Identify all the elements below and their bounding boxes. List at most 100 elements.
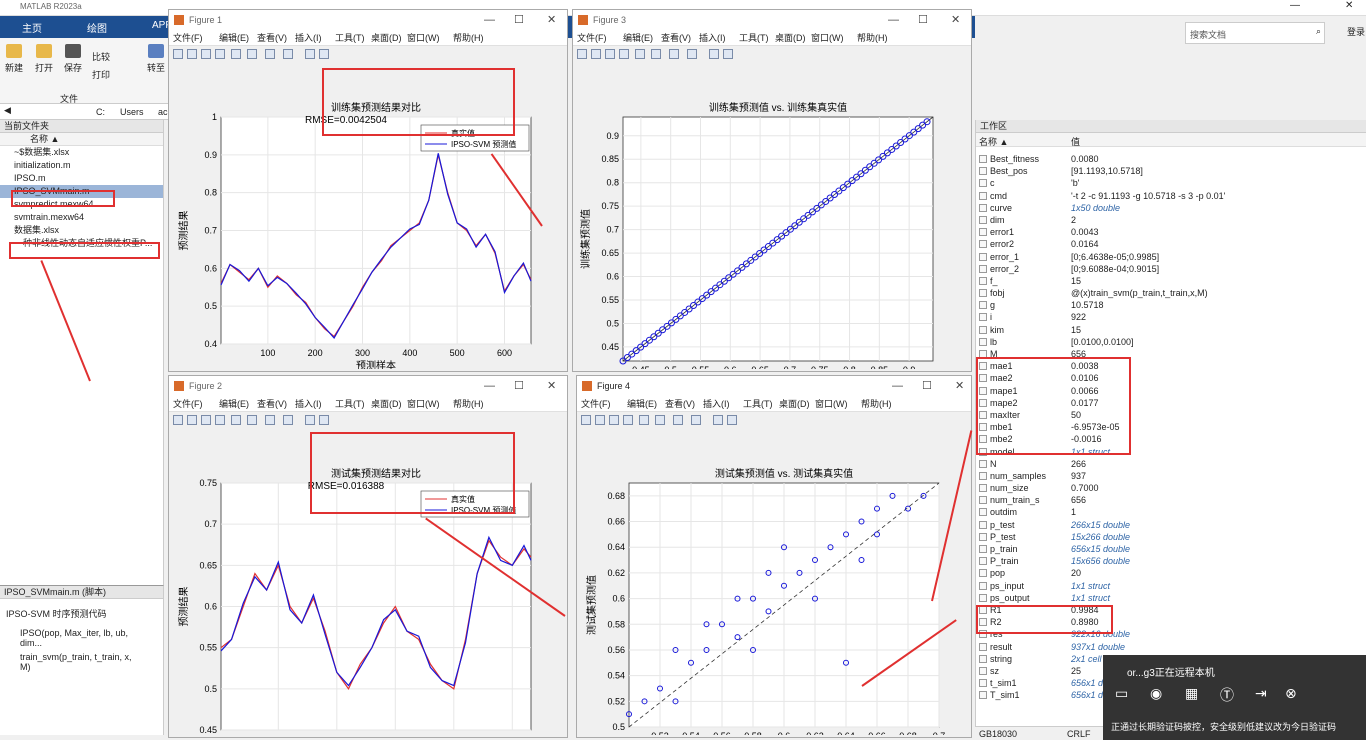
figure2-window[interactable]: Figure 2 — ☐ ✕ 文件(F) 编辑(E) 查看(V) 插入(I) 工具(T) 桌面(… [168, 375, 568, 738]
menu-item[interactable]: 帮助(H) [453, 30, 484, 46]
toolbar-button[interactable] [723, 49, 733, 59]
menu-item[interactable]: 帮助(H) [453, 396, 484, 412]
minimize-icon[interactable]: — [1290, 0, 1300, 11]
figure4-window[interactable]: Figure 4 — ☐ ✕ 文件(F) 编辑(E) 查看(V) 插入(I) 工具(T) 桌面(… [576, 375, 972, 738]
file-item[interactable]: IPSO.m [0, 172, 163, 185]
exit-icon[interactable]: ⇥ [1255, 685, 1267, 702]
minimize-icon[interactable]: — [888, 10, 899, 30]
ws-name-column[interactable]: 名称 ▲ [979, 135, 1008, 148]
maximize-icon[interactable]: ☐ [514, 376, 524, 396]
workspace-row[interactable]: p_train 656x15 double [976, 543, 1366, 555]
toolbar-button[interactable] [283, 49, 293, 59]
menu-item[interactable]: 工具(T) [335, 30, 365, 46]
close-icon[interactable]: ✕ [1345, 0, 1353, 11]
menu-item[interactable]: 文件(F) [581, 396, 611, 412]
minimize-icon[interactable]: — [484, 376, 495, 396]
path-segment[interactable]: Users [120, 107, 144, 117]
close-icon[interactable]: ⊗ [1285, 685, 1297, 702]
toolbar-button[interactable] [673, 415, 683, 425]
workspace-row[interactable]: error_2 [0;9.6088e-04;0.9015] [976, 263, 1366, 275]
path-segment[interactable]: ac [158, 107, 168, 117]
workspace-row[interactable]: outdim 1 [976, 506, 1366, 518]
workspace-row[interactable]: kim 15 [976, 324, 1366, 336]
maximize-icon[interactable]: ☐ [922, 376, 932, 396]
menu-item[interactable]: 编辑(E) [627, 396, 657, 412]
toolbar-button[interactable] [691, 415, 701, 425]
file-item[interactable]: initialization.m [0, 159, 163, 172]
toolbar-button[interactable] [305, 49, 315, 59]
save-button[interactable]: 保存 [64, 44, 82, 74]
toolbar-button[interactable] [623, 415, 633, 425]
toolbar-button[interactable] [231, 49, 241, 59]
toolbar-button[interactable] [727, 415, 737, 425]
open-button[interactable]: 打开 [35, 44, 53, 74]
menu-item[interactable]: 窗口(W) [815, 396, 848, 412]
toolbar-button[interactable] [619, 49, 629, 59]
figure1-window[interactable]: Figure 1 — ☐ ✕ 文件(F) 编辑(E) 查看(V) 插入(I) 工具(T) 桌面(… [168, 9, 568, 372]
menu-item[interactable]: 文件(F) [173, 30, 203, 46]
workspace-row[interactable]: num_samples 937 [976, 470, 1366, 482]
workspace-row[interactable]: dim 2 [976, 214, 1366, 226]
toolbar-button[interactable] [655, 415, 665, 425]
menu-item[interactable]: 文件(F) [577, 30, 607, 46]
menu-item[interactable]: 插入(I) [699, 30, 726, 46]
workspace-row[interactable]: P_train 15x656 double [976, 555, 1366, 567]
menu-item[interactable]: 窗口(W) [811, 30, 844, 46]
function-item[interactable]: IPSO(pop, Max_iter, lb, ub, dim... [0, 626, 163, 650]
toolbar-button[interactable] [609, 415, 619, 425]
chat-icon[interactable]: ▭ [1115, 685, 1128, 702]
minimize-icon[interactable]: — [484, 10, 495, 30]
workspace-row[interactable]: f_ 15 [976, 275, 1366, 287]
keyboard-icon[interactable]: ▦ [1185, 685, 1198, 702]
workspace-row[interactable]: p_test 266x15 double [976, 519, 1366, 531]
menu-item[interactable]: 工具(T) [739, 30, 769, 46]
workspace-row[interactable]: ps_input 1x1 struct [976, 580, 1366, 592]
workspace-row[interactable]: lb [0.0100,0.0100] [976, 336, 1366, 348]
workspace-row[interactable]: num_size 0.7000 [976, 482, 1366, 494]
toolbar-button[interactable] [319, 415, 329, 425]
toolbar-button[interactable] [591, 49, 601, 59]
toolbar-button[interactable] [283, 415, 293, 425]
workspace-row[interactable]: g 10.5718 [976, 299, 1366, 311]
back-icon[interactable]: ◀ [4, 105, 11, 116]
workspace-row[interactable]: c 'b' [976, 177, 1366, 189]
minimize-icon[interactable]: — [892, 376, 903, 396]
menu-item[interactable]: 帮助(H) [857, 30, 888, 46]
address-bar[interactable]: ◀ C: Users ac [0, 104, 170, 120]
menu-item[interactable]: 插入(I) [703, 396, 730, 412]
toolbar-button[interactable] [635, 49, 645, 59]
menu-item[interactable]: 工具(T) [335, 396, 365, 412]
file-item[interactable]: 数据集.xlsx [0, 224, 163, 237]
menu-item[interactable]: 桌面(D) [371, 30, 402, 46]
toolbar-button[interactable] [265, 49, 275, 59]
workspace-row[interactable]: error_1 [0;6.4638e-05;0.9985] [976, 251, 1366, 263]
tab-home[interactable]: 主页 [22, 20, 42, 35]
workspace-row[interactable]: fobj @(x)train_svm(p_train,t_train,x,M) [976, 287, 1366, 299]
menu-item[interactable]: 查看(V) [257, 30, 287, 46]
toolbar-button[interactable] [651, 49, 661, 59]
menu-item[interactable]: 窗口(W) [407, 30, 440, 46]
figure3-window[interactable]: Figure 3 — ☐ ✕ 文件(F) 编辑(E) 查看(V) 插入(I) 工具(T) 桌面(… [572, 9, 972, 372]
menu-item[interactable]: 查看(V) [665, 396, 695, 412]
toolbar-button[interactable] [713, 415, 723, 425]
workspace-row[interactable]: Best_pos [91.1193,10.5718] [976, 165, 1366, 177]
tab-plots[interactable]: 绘图 [87, 20, 107, 35]
close-icon[interactable]: ✕ [951, 10, 960, 30]
ws-value-column[interactable]: 值 [1071, 135, 1080, 148]
workspace-row[interactable]: i 922 [976, 311, 1366, 323]
workspace-row[interactable]: P_test 15x266 double [976, 531, 1366, 543]
toolbar-button[interactable] [265, 415, 275, 425]
file-item[interactable]: ~$数据集.xlsx [0, 146, 163, 159]
compare-button[interactable]: 比较 [92, 50, 110, 63]
workspace-row[interactable]: Best_fitness 0.0080 [976, 153, 1366, 165]
maximize-icon[interactable]: ☐ [514, 10, 524, 30]
menu-item[interactable]: 插入(I) [295, 30, 322, 46]
menu-item[interactable]: 插入(I) [295, 396, 322, 412]
workspace-row[interactable]: result 937x1 double [976, 641, 1366, 653]
workspace-row[interactable]: num_train_s 656 [976, 494, 1366, 506]
menu-item[interactable]: 编辑(E) [623, 30, 653, 46]
toolbar-button[interactable] [319, 49, 329, 59]
search-input[interactable]: 搜索文档 ⌕ [1185, 22, 1325, 44]
toolbar-button[interactable] [215, 415, 225, 425]
toolbar-button[interactable] [201, 49, 211, 59]
